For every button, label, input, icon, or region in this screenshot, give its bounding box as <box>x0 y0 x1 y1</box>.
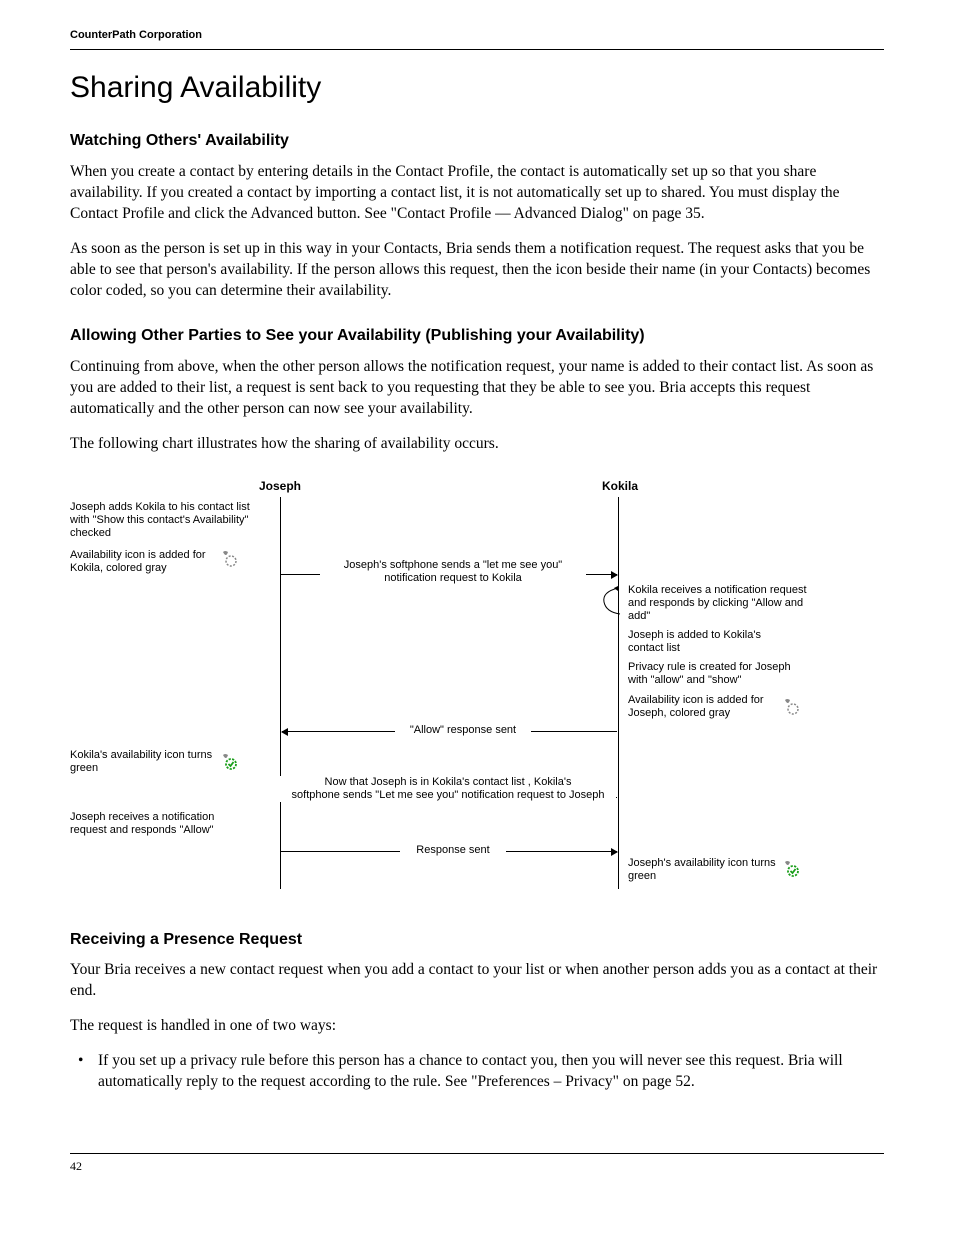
diagram-message: Joseph's softphone sends a "let me see y… <box>320 559 586 585</box>
page-number: 42 <box>70 1159 82 1173</box>
list-item: If you set up a privacy rule before this… <box>70 1051 884 1093</box>
company-name: CounterPath Corporation <box>70 29 202 41</box>
diagram-note: Availability icon is added for Joseph, c… <box>628 694 778 720</box>
diagram-message: Response sent <box>400 844 506 857</box>
lifeline-joseph <box>280 497 281 889</box>
body-text: As soon as the person is set up in this … <box>70 239 884 302</box>
lifeline-kokila <box>618 497 619 889</box>
body-text: The following chart illustrates how the … <box>70 434 884 455</box>
diagram-actor-kokila: Kokila <box>590 479 650 493</box>
diagram-note: Joseph is added to Kokila's contact list <box>628 629 798 655</box>
body-text: The request is handled in one of two way… <box>70 1016 884 1037</box>
diagram-note: Availability icon is added for Kokila, c… <box>70 549 230 575</box>
diagram-note: Joseph adds Kokila to his contact list w… <box>70 501 270 541</box>
presence-green-icon <box>782 859 800 877</box>
diagram-note: Kokila's availability icon turns green <box>70 749 220 775</box>
heading-watching: Watching Others' Availability <box>70 130 884 152</box>
body-text: Your Bria receives a new contact request… <box>70 960 884 1002</box>
heading-allowing: Allowing Other Parties to See your Avail… <box>70 325 884 347</box>
section-receiving: Receiving a Presence Request Your Bria r… <box>70 929 884 1093</box>
loopback-arrow-icon <box>600 584 628 618</box>
section-allowing: Allowing Other Parties to See your Avail… <box>70 325 884 454</box>
bullet-list: If you set up a privacy rule before this… <box>70 1051 884 1093</box>
page-header: CounterPath Corporation <box>70 28 884 50</box>
presence-gray-icon <box>782 697 800 715</box>
diagram-note: Joseph receives a notification request a… <box>70 811 250 837</box>
diagram-note: Privacy rule is created for Joseph with … <box>628 661 808 687</box>
heading-receiving: Receiving a Presence Request <box>70 929 884 951</box>
diagram-note: Joseph's availability icon turns green <box>628 857 778 883</box>
presence-green-icon <box>220 752 238 770</box>
diagram-message: "Allow" response sent <box>395 724 531 737</box>
section-watching: Watching Others' Availability When you c… <box>70 130 884 301</box>
body-text: When you create a contact by entering de… <box>70 162 884 225</box>
body-text: Continuing from above, when the other pe… <box>70 357 884 420</box>
page-title: Sharing Availability <box>70 68 884 109</box>
availability-sequence-diagram: Joseph Kokila Joseph adds Kokila to his … <box>70 479 884 899</box>
presence-gray-icon <box>220 549 238 567</box>
diagram-actor-joseph: Joseph <box>250 479 310 493</box>
diagram-message: Now that Joseph is in Kokila's contact l… <box>280 776 616 802</box>
page-footer: 42 <box>70 1153 884 1174</box>
diagram-note: Kokila receives a notification request a… <box>628 584 808 624</box>
